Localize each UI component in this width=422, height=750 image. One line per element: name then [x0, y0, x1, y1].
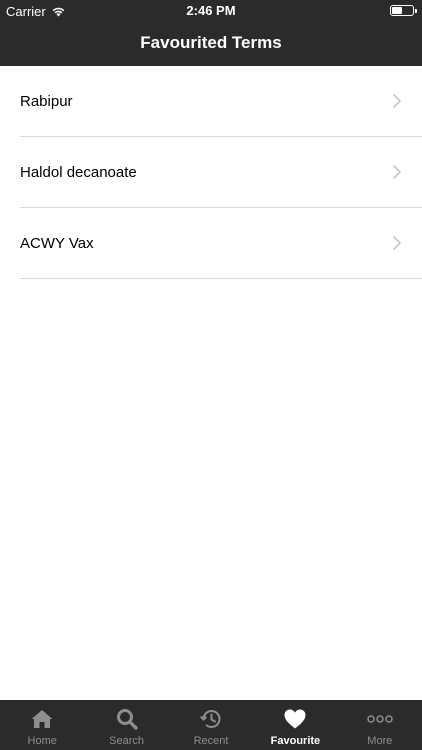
status-bar: Carrier 2:46 PM: [0, 0, 422, 22]
tab-label: Favourite: [270, 735, 321, 747]
tab-more[interactable]: More: [338, 700, 422, 750]
heart-icon: [282, 707, 308, 731]
list-item-label: ACWY Vax: [20, 235, 94, 252]
page-title: Favourited Terms: [140, 33, 282, 52]
home-icon: [29, 707, 55, 731]
tab-label: Home: [27, 735, 57, 747]
top-bar: Carrier 2:46 PM Favourited Terms: [0, 0, 422, 66]
tab-home[interactable]: Home: [0, 700, 84, 750]
list-item-label: Haldol decanoate: [20, 164, 137, 181]
tab-label: Recent: [193, 735, 229, 747]
tab-favourite[interactable]: Favourite: [253, 700, 337, 750]
more-icon: [367, 707, 393, 731]
search-icon: [114, 707, 140, 731]
list-item[interactable]: ACWY Vax: [20, 208, 422, 279]
history-icon: [198, 707, 224, 731]
tab-label: Search: [109, 735, 145, 747]
list-item-label: Rabipur: [20, 93, 73, 110]
tab-label: More: [367, 735, 393, 747]
chevron-right-icon: [393, 94, 401, 108]
tab-search[interactable]: Search: [84, 700, 168, 750]
battery-icon: [390, 5, 417, 16]
tab-recent[interactable]: Recent: [169, 700, 253, 750]
tab-bar: Home Search Recent Favourite More: [0, 700, 422, 750]
chevron-right-icon: [393, 236, 401, 250]
list-item[interactable]: Rabipur: [20, 66, 422, 137]
favourites-list: Rabipur Haldol decanoate ACWY Vax: [0, 66, 422, 279]
status-time: 2:46 PM: [186, 3, 236, 18]
list-item[interactable]: Haldol decanoate: [20, 137, 422, 208]
chevron-right-icon: [393, 165, 401, 179]
